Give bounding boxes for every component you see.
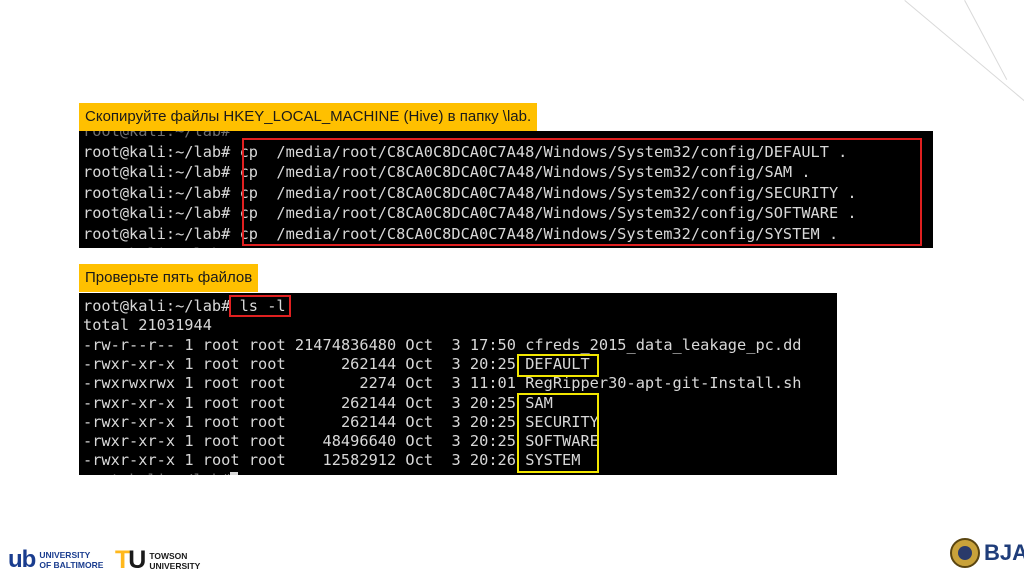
shell-prompt: root@kali:~/lab# (83, 204, 231, 222)
file-time: 17:50 (469, 335, 516, 354)
file-group: root (248, 374, 286, 393)
file-month: Oct (405, 393, 434, 412)
file-day: 3 (451, 412, 461, 431)
file-permissions: -rwxrwxrwx (83, 374, 176, 393)
file-links: 1 (184, 432, 194, 451)
highlight-box-hive-files (517, 393, 599, 473)
file-month: Oct (405, 432, 434, 451)
file-owner: root (202, 374, 240, 393)
file-time: 20:25 (469, 354, 516, 373)
file-links: 1 (184, 335, 194, 354)
terminal-cursor (230, 471, 239, 475)
file-links: 1 (184, 354, 194, 373)
file-day: 3 (451, 374, 461, 393)
file-month: Oct (405, 335, 434, 354)
tu-line1: TOWSON (149, 550, 188, 561)
shell-prompt: root@kali:~/lab# (83, 224, 231, 243)
terminal-line: -rwxr-xr-x 1 root root 262144 Oct 3 20:2… (83, 355, 590, 375)
tu-mark-t: T (115, 546, 130, 574)
shell-prompt: root@kali:~/lab# (83, 297, 231, 315)
file-group: root (248, 393, 286, 412)
file-permissions: -rwxr-xr-x (83, 451, 176, 470)
ub-mark: ub (8, 546, 36, 573)
terminal-line: -rw-r--r-- 1 root root 21474836480 Oct 3… (83, 336, 802, 356)
file-group: root (248, 335, 286, 354)
file-month: Oct (405, 354, 434, 373)
file-owner: root (202, 451, 240, 470)
shell-prompt: root@kali:~/lab# (83, 245, 230, 248)
terminal-line: -rwxrwxrwx 1 root root 2274 Oct 3 11:01 … (83, 374, 802, 394)
terminal-line: -rwxr-xr-x 1 root root 12582912 Oct 3 20… (83, 451, 580, 471)
file-month: Oct (405, 412, 434, 431)
file-name: cfreds_2015_data_leakage_pc.dd (525, 335, 802, 354)
file-group: root (248, 451, 286, 470)
file-permissions: -rwxr-xr-x (83, 432, 176, 451)
decorative-line (904, 0, 1024, 104)
file-links: 1 (184, 412, 194, 431)
file-links: 1 (184, 451, 194, 470)
terminal-line: total 21031944 (83, 316, 212, 336)
file-time: 20:25 (469, 412, 516, 431)
terminal-copy: root@kali:~/lab# root@kali:~/lab# cp /med… (79, 131, 933, 248)
file-owner: root (202, 393, 240, 412)
file-size: 262144 (340, 412, 397, 431)
file-owner: root (202, 432, 240, 451)
file-group: root (248, 432, 286, 451)
section2-label: Проверьте пять файлов (79, 264, 259, 292)
file-permissions: -rwxr-xr-x (83, 393, 176, 412)
towson-university-logo: TU TOWSON UNIVERSITY (115, 546, 200, 575)
file-day: 3 (451, 393, 461, 412)
file-group: root (248, 354, 286, 373)
tu-line2: UNIVERSITY (149, 560, 201, 571)
file-size: 48496640 (322, 432, 397, 451)
file-owner: root (202, 412, 240, 431)
shell-prompt: root@kali:~/lab# (83, 131, 231, 140)
file-size: 262144 (340, 393, 397, 412)
file-time: 20:25 (469, 432, 516, 451)
file-links: 1 (184, 374, 194, 393)
file-time: 20:25 (469, 393, 516, 412)
file-permissions: -rwxr-xr-x (83, 354, 176, 373)
terminal-line: root@kali:~/lab# (83, 131, 230, 142)
highlight-box-ls-command (229, 295, 291, 317)
highlight-box-default (517, 354, 599, 377)
file-month: Oct (405, 374, 434, 393)
shell-prompt: root@kali:~/lab# (83, 163, 231, 181)
file-owner: root (202, 354, 240, 373)
terminal-line: root@kali:~/lab# (83, 471, 239, 475)
university-of-baltimore-logo: ub UNIVERSITY OF BALTIMORE (8, 546, 103, 574)
file-permissions: -rwxr-xr-x (83, 412, 176, 431)
terminal-listing: root@kali:~/lab# ls -l total 21031944 -rw-… (79, 293, 837, 475)
file-owner: root (202, 335, 240, 354)
file-links: 1 (184, 393, 194, 412)
bja-logo: BJA (950, 538, 1024, 568)
ub-line1: UNIVERSITY (39, 550, 91, 560)
file-time: 20:26 (469, 451, 516, 470)
file-permissions: -rw-r--r-- (83, 335, 176, 354)
terminal-line: -rwxr-xr-x 1 root root 262144 Oct 3 20:2… (83, 394, 553, 414)
shell-prompt: root@kali:~/lab# (83, 142, 231, 161)
file-day: 3 (451, 432, 461, 451)
tu-mark-u: U (128, 546, 146, 574)
shell-prompt: root@kali:~/lab# (83, 183, 231, 202)
ub-line2: OF BALTIMORE (39, 560, 104, 570)
terminal-line: root@kali:~/lab# (83, 245, 230, 248)
file-time: 11:01 (469, 374, 516, 393)
file-size: 2274 (359, 374, 397, 393)
shell-prompt: root@kali:~/lab# (83, 471, 230, 475)
bja-text: BJA (984, 540, 1024, 565)
file-group: root (248, 412, 286, 431)
file-day: 3 (451, 451, 461, 470)
highlight-box-copy-commands (242, 138, 922, 246)
file-size: 12582912 (322, 451, 397, 470)
file-size: 21474836480 (294, 335, 397, 354)
file-day: 3 (451, 335, 461, 354)
total-blocks: total 21031944 (83, 316, 212, 335)
file-month: Oct (405, 451, 434, 470)
section1-label: Скопируйте файлы HKEY_LOCAL_MACHINE (Hiv… (79, 103, 538, 131)
file-size: 262144 (340, 354, 397, 373)
doj-seal-icon (950, 538, 980, 568)
file-day: 3 (451, 354, 461, 373)
